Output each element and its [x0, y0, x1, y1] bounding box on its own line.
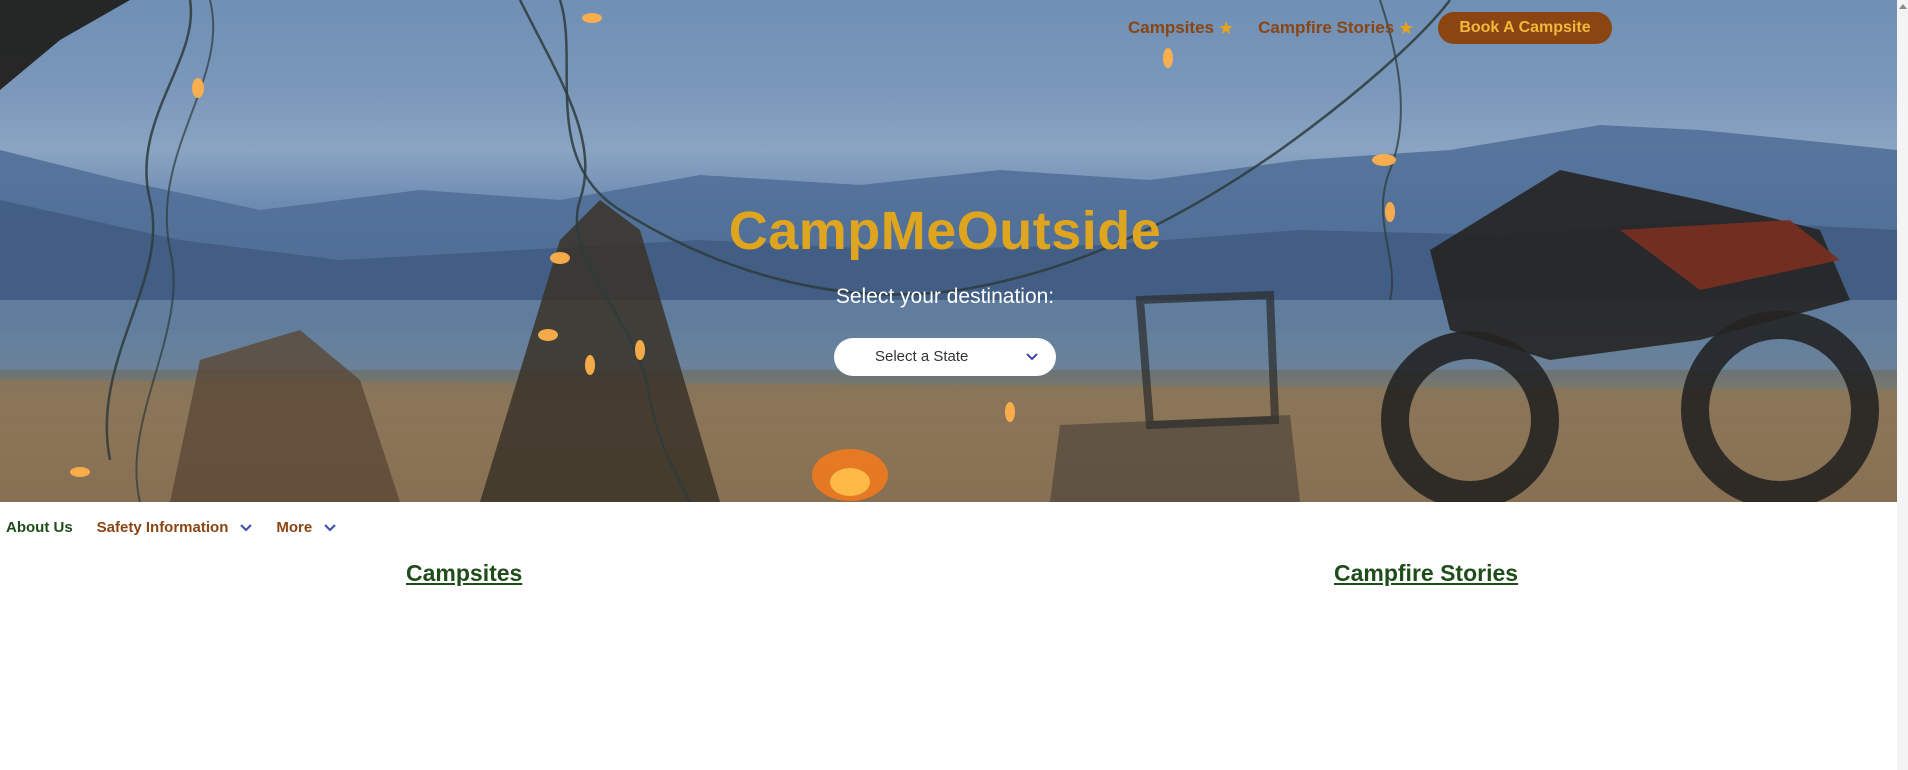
- page: Campsites ★ Campfire Stories ★ Book A Ca…: [0, 0, 1908, 770]
- secondary-nav: About Us Safety Information More: [6, 519, 360, 536]
- vertical-scrollbar[interactable]: [1897, 0, 1908, 770]
- book-campsite-button[interactable]: Book A Campsite: [1438, 12, 1612, 44]
- star-icon: ★: [1398, 18, 1415, 38]
- scroll-up-arrow-icon[interactable]: [1899, 4, 1907, 9]
- top-nav-campfire-stories-label: Campfire Stories: [1258, 18, 1395, 37]
- chevron-down-icon: [1026, 353, 1038, 361]
- nav-about-us[interactable]: About Us: [6, 519, 73, 536]
- campfire-stories-section-heading[interactable]: Campfire Stories: [1334, 560, 1518, 587]
- nav-more[interactable]: More: [276, 519, 336, 536]
- chevron-down-icon: [324, 523, 336, 531]
- state-select[interactable]: Select a State: [834, 338, 1056, 376]
- nav-about-us-label: About Us: [6, 519, 73, 536]
- hero-banner: Campsites ★ Campfire Stories ★ Book A Ca…: [0, 0, 1897, 502]
- top-nav: Campsites ★ Campfire Stories ★ Book A Ca…: [1128, 12, 1612, 44]
- star-icon: ★: [1217, 18, 1235, 38]
- state-select-value: Select a State: [875, 348, 969, 365]
- nav-safety-information[interactable]: Safety Information: [97, 519, 253, 536]
- nav-more-label: More: [276, 519, 313, 536]
- top-nav-campsites-link[interactable]: Campsites ★: [1128, 18, 1234, 38]
- top-nav-campfire-stories-link[interactable]: Campfire Stories ★: [1258, 18, 1414, 38]
- nav-safety-information-label: Safety Information: [96, 519, 229, 536]
- site-title: CampMeOutside: [728, 201, 1162, 261]
- top-nav-campsites-label: Campsites: [1128, 18, 1214, 37]
- chevron-down-icon: [240, 523, 253, 531]
- destination-prompt: Select your destination:: [835, 285, 1055, 308]
- campsites-section-heading[interactable]: Campsites: [406, 560, 522, 587]
